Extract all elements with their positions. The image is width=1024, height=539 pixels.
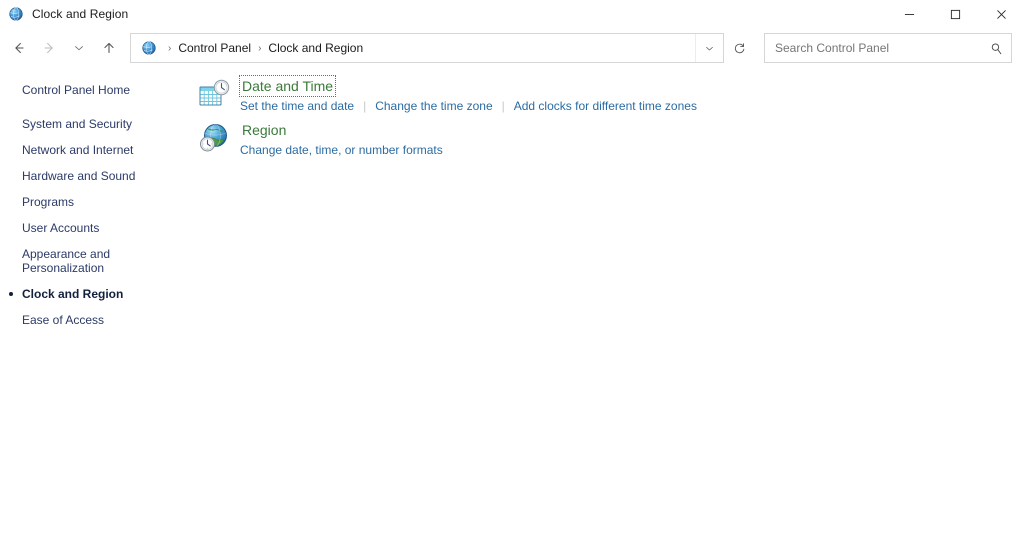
sidebar-item-clock-and-region[interactable]: Clock and Region	[9, 281, 190, 307]
task-link-change-date-time-or-number-formats[interactable]: Change date, time, or number formats	[240, 142, 443, 158]
up-button[interactable]	[94, 33, 124, 63]
date-and-time-icon[interactable]	[198, 78, 230, 110]
sidebar: Control Panel Home System and Security N…	[0, 68, 190, 539]
sidebar-item-control-panel-home[interactable]: Control Panel Home	[22, 80, 190, 100]
task-link-set-the-time-and-date[interactable]: Set the time and date	[240, 98, 354, 114]
sidebar-item-user-accounts[interactable]: User Accounts	[22, 215, 190, 241]
control-panel-globe-icon	[8, 6, 24, 22]
search-icon[interactable]	[981, 34, 1011, 62]
address-dropdown-button[interactable]	[695, 34, 723, 62]
task-link-add-clocks-for-different-time-zones[interactable]: Add clocks for different time zones	[514, 98, 697, 114]
sidebar-item-label: Ease of Access	[22, 313, 105, 327]
title-bar: Clock and Region	[0, 0, 1024, 28]
sidebar-item-network-and-internet[interactable]: Network and Internet	[22, 137, 190, 163]
window-title: Clock and Region	[32, 7, 129, 21]
task-separator: |	[501, 99, 505, 113]
sidebar-item-label: Programs	[22, 195, 75, 209]
close-button[interactable]	[978, 0, 1024, 28]
search-box[interactable]	[764, 33, 1012, 63]
breadcrumb: › Control Panel › Clock and Region	[163, 41, 695, 55]
sidebar-item-label: Network and Internet	[22, 143, 134, 157]
main-content: Date and Time Set the time and date | Ch…	[190, 68, 1024, 539]
task-link-change-the-time-zone[interactable]: Change the time zone	[375, 98, 492, 114]
address-bar[interactable]: › Control Panel › Clock and Region	[130, 33, 724, 63]
search-input[interactable]	[765, 41, 981, 55]
breadcrumb-item-clock-and-region[interactable]: Clock and Region	[266, 41, 365, 55]
back-button[interactable]	[4, 33, 34, 63]
category-body: Region Change date, time, or number form…	[240, 120, 443, 158]
sidebar-item-ease-of-access[interactable]: Ease of Access	[22, 307, 190, 333]
body-area: Control Panel Home System and Security N…	[0, 68, 1024, 539]
refresh-button[interactable]	[724, 34, 754, 62]
region-globe-clock-icon[interactable]	[198, 122, 230, 154]
category-date-and-time: Date and Time Set the time and date | Ch…	[198, 75, 1024, 114]
navigation-bar: › Control Panel › Clock and Region	[0, 28, 1024, 68]
forward-button[interactable]	[34, 33, 64, 63]
breadcrumb-separator: ›	[258, 42, 262, 54]
breadcrumb-item-control-panel[interactable]: Control Panel	[176, 41, 253, 55]
sidebar-item-programs[interactable]: Programs	[22, 189, 190, 215]
sidebar-category-list: System and Security Network and Internet…	[9, 111, 190, 333]
task-separator: |	[363, 99, 367, 113]
sidebar-item-label: Appearance and Personalization	[22, 247, 111, 275]
minimize-button[interactable]	[886, 0, 932, 28]
category-title-region[interactable]: Region	[240, 120, 288, 140]
category-body: Date and Time Set the time and date | Ch…	[238, 75, 697, 114]
category-tasks: Set the time and date | Change the time …	[240, 98, 697, 114]
window-controls	[886, 0, 1024, 28]
sidebar-item-label: System and Security	[22, 117, 133, 131]
recent-locations-button[interactable]	[64, 33, 94, 63]
sidebar-item-system-and-security[interactable]: System and Security	[22, 111, 190, 137]
breadcrumb-separator: ›	[168, 42, 172, 54]
current-item-bullet-icon	[9, 292, 13, 296]
sidebar-item-label: Hardware and Sound	[22, 169, 136, 183]
category-region: Region Change date, time, or number form…	[198, 120, 1024, 158]
sidebar-item-label: Clock and Region	[22, 287, 124, 301]
maximize-button[interactable]	[932, 0, 978, 28]
control-panel-globe-icon	[141, 40, 157, 56]
sidebar-item-label: User Accounts	[22, 221, 100, 235]
sidebar-item-appearance-and-personalization[interactable]: Appearance and Personalization	[22, 241, 190, 281]
category-tasks: Change date, time, or number formats	[240, 142, 443, 158]
sidebar-item-hardware-and-sound[interactable]: Hardware and Sound	[22, 163, 190, 189]
sidebar-item-label: Control Panel Home	[22, 83, 131, 97]
category-title-date-and-time[interactable]: Date and Time	[238, 75, 337, 97]
